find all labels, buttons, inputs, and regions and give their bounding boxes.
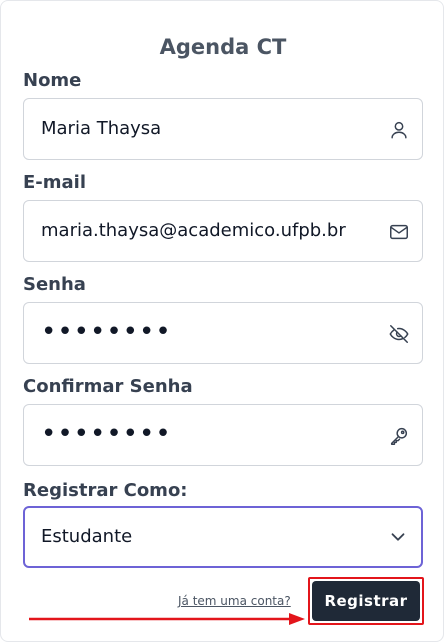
role-select[interactable]: Estudante — [23, 506, 423, 568]
password-value: •••••••• — [41, 317, 172, 347]
user-icon — [391, 121, 407, 139]
confirm-password-value: •••••••• — [41, 419, 172, 449]
name-field[interactable]: Maria Thaysa — [23, 98, 423, 160]
arrow-annotation — [29, 613, 305, 625]
email-value: maria.thaysa@academico.ufpb.br — [41, 220, 346, 241]
name-value: Maria Thaysa — [41, 118, 162, 139]
role-value: Estudante — [41, 526, 133, 547]
key-icon — [390, 427, 408, 445]
chevron-down-icon — [391, 533, 405, 541]
password-field[interactable]: •••••••• — [23, 302, 423, 364]
password-label: Senha — [23, 274, 86, 295]
register-button[interactable]: Registrar — [312, 581, 420, 621]
role-label: Registrar Como: — [23, 480, 188, 501]
register-card: Agenda CT Nome Maria Thaysa E-mail maria… — [0, 0, 444, 642]
page-title: Agenda CT — [159, 35, 287, 59]
eye-off-icon[interactable] — [388, 323, 410, 345]
confirm-password-field[interactable]: •••••••• — [23, 404, 423, 466]
email-field[interactable]: maria.thaysa@academico.ufpb.br — [23, 200, 423, 262]
envelope-icon — [390, 224, 408, 240]
email-label: E-mail — [23, 172, 87, 193]
login-link[interactable]: Já tem uma conta? — [178, 594, 291, 608]
name-label: Nome — [23, 70, 82, 91]
confirm-password-label: Confirmar Senha — [23, 376, 193, 397]
